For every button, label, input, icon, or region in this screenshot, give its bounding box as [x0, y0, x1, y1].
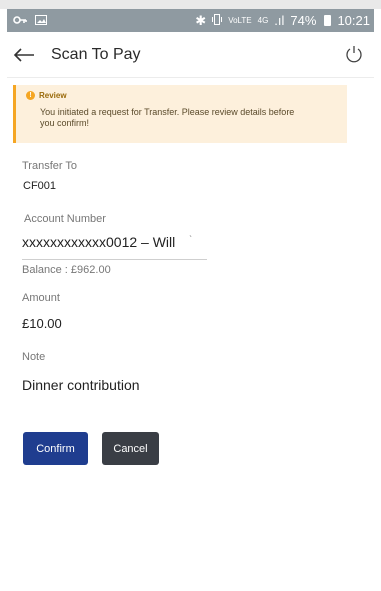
confirm-button[interactable]: Confirm: [23, 432, 88, 465]
clock: 10:21: [337, 13, 370, 28]
image-icon: [35, 13, 47, 28]
note-value[interactable]: Dinner contribution: [22, 377, 140, 393]
chevron-down-icon: ˋ: [189, 235, 193, 246]
lte-indicator: 4G: [257, 15, 269, 25]
review-alert: ! Review You initiated a request for Tra…: [13, 85, 347, 143]
status-bar: ✱ VoLTE 4G .ıl 74% 10:21: [7, 9, 374, 32]
account-underline: [22, 259, 207, 260]
arrow-left-icon: [13, 47, 34, 62]
logout-button[interactable]: [344, 44, 364, 64]
top-strip: [0, 0, 381, 9]
bluetooth-icon: ✱: [195, 12, 207, 28]
account-number-label: Account Number: [24, 213, 106, 225]
note-label: Note: [22, 351, 46, 363]
review-message: You initiated a request for Transfer. Pl…: [40, 107, 295, 128]
battery-percent: 74%: [290, 13, 317, 28]
cancel-button[interactable]: Cancel: [102, 432, 159, 465]
warning-icon: !: [26, 91, 35, 100]
key-icon: [13, 13, 27, 28]
vibrate-icon: [212, 13, 223, 28]
transfer-to-label: Transfer To: [22, 160, 78, 172]
transfer-to-value: CF001: [23, 180, 57, 192]
review-title: Review: [39, 91, 67, 100]
balance-text: Balance : £962.00: [22, 264, 111, 276]
account-number-select[interactable]: xxxxxxxxxxxx0012 – Will: [22, 234, 175, 250]
amount-label: Amount: [22, 292, 60, 304]
back-button[interactable]: [7, 32, 41, 78]
volte-indicator: VoLTE: [228, 15, 252, 25]
signal-icon: .ıl: [274, 13, 285, 28]
page-title: Scan To Pay: [51, 45, 141, 63]
power-icon: [346, 46, 362, 63]
amount-value[interactable]: £10.00: [22, 316, 62, 331]
battery-icon: [324, 15, 332, 26]
app-bar: Scan To Pay: [7, 32, 374, 78]
